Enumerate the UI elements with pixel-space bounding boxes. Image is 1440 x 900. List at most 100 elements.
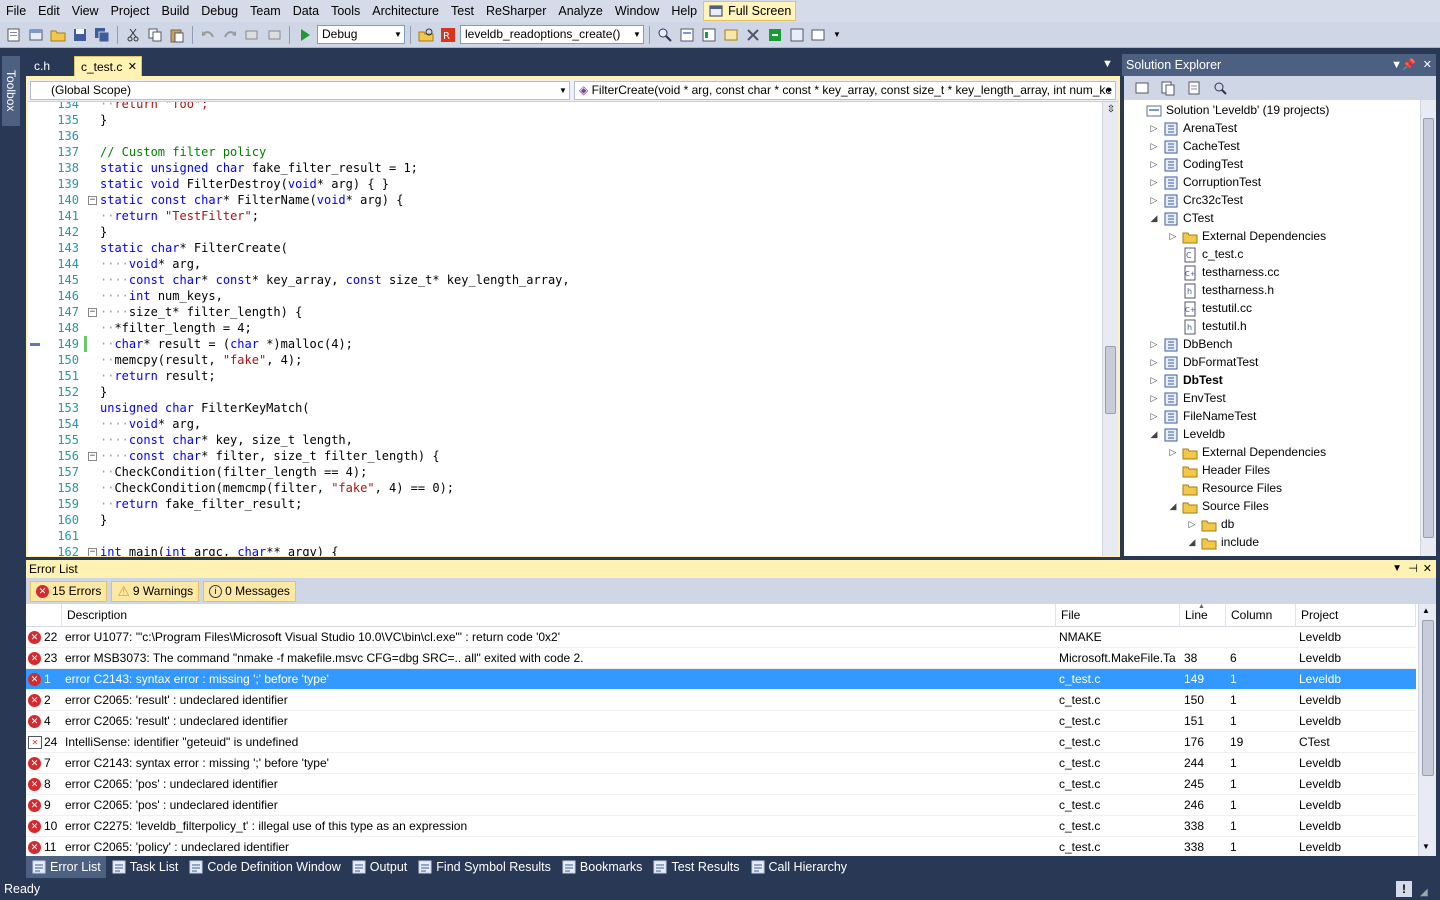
- copy-icon[interactable]: [145, 25, 165, 45]
- menu-team[interactable]: Team: [244, 0, 287, 22]
- errors-filter-button[interactable]: ✕ 15 Errors: [30, 580, 108, 602]
- tree-item[interactable]: Solution 'Leveldb' (19 projects): [1132, 101, 1329, 119]
- error-row[interactable]: ✕ 23 error MSB3073: The command "nmake -f …: [26, 648, 1416, 669]
- tree-item[interactable]: Cc_test.c: [1168, 245, 1243, 263]
- scroll-thumb[interactable]: [1423, 118, 1434, 538]
- properties-icon[interactable]: [699, 25, 719, 45]
- expand-icon[interactable]: ▷: [1149, 407, 1159, 425]
- error-row[interactable]: ✕ 4 error C2065: 'result' : undeclared ide…: [26, 711, 1416, 732]
- collapse-icon[interactable]: ◢: [1168, 497, 1178, 515]
- column-header-project[interactable]: Project: [1296, 604, 1416, 627]
- menu-test[interactable]: Test: [445, 0, 480, 22]
- menu-resharper[interactable]: ReSharper: [480, 0, 552, 22]
- tree-item[interactable]: ▷ CacheTest: [1149, 137, 1240, 155]
- tree-item[interactable]: ▷ CodingTest: [1149, 155, 1243, 173]
- solution-configuration-select[interactable]: Debug ▼: [317, 25, 405, 44]
- navigate-forward-icon[interactable]: [264, 25, 284, 45]
- tree-item[interactable]: ▷ External Dependencies: [1168, 227, 1326, 245]
- tree-vertical-scrollbar[interactable]: [1420, 100, 1436, 556]
- tree-item[interactable]: ▷ ArenaTest: [1149, 119, 1237, 137]
- class-diagram-icon[interactable]: [1210, 78, 1230, 98]
- tab-output[interactable]: Output: [346, 856, 413, 878]
- column-header-column[interactable]: Column: [1226, 604, 1296, 627]
- tree-item[interactable]: ◢ Source Files: [1168, 497, 1269, 515]
- start-page-icon[interactable]: [765, 25, 785, 45]
- expand-icon[interactable]: ▷: [1149, 335, 1159, 353]
- error-row[interactable]: ✕ 22 error U1077: '"c:\Program Files\Micro…: [26, 627, 1416, 648]
- extension-manager-icon[interactable]: [787, 25, 807, 45]
- tree-item[interactable]: ▷ DbBench: [1149, 335, 1232, 353]
- expand-icon[interactable]: ▷: [1149, 155, 1159, 173]
- toolbox-tab[interactable]: Toolbox: [2, 56, 20, 126]
- menu-debug[interactable]: Debug: [195, 0, 244, 22]
- find-in-files-icon[interactable]: [416, 25, 436, 45]
- menu-project[interactable]: Project: [105, 0, 156, 22]
- expand-icon[interactable]: ▷: [1149, 119, 1159, 137]
- collapse-icon[interactable]: −: [88, 452, 97, 461]
- expand-icon[interactable]: ▷: [1168, 227, 1178, 245]
- full-screen-button[interactable]: Full Screen: [703, 1, 797, 21]
- save-all-icon[interactable]: [92, 25, 112, 45]
- close-icon[interactable]: ✕: [1423, 54, 1432, 76]
- menu-architecture[interactable]: Architecture: [366, 0, 445, 22]
- error-row[interactable]: ✕ 8 error C2065: 'pos' : undeclared identi…: [26, 774, 1416, 795]
- menu-analyze[interactable]: Analyze: [552, 0, 608, 22]
- cut-icon[interactable]: [123, 25, 143, 45]
- menu-window[interactable]: Window: [609, 0, 665, 22]
- scroll-thumb[interactable]: [1105, 346, 1116, 414]
- menu-data[interactable]: Data: [287, 0, 325, 22]
- pin-icon[interactable]: ⊣: [1408, 560, 1418, 578]
- command-window-icon[interactable]: [809, 25, 829, 45]
- expand-icon[interactable]: ▷: [1149, 389, 1159, 407]
- tree-item[interactable]: Header Files: [1168, 461, 1270, 479]
- column-header-line[interactable]: Line ▲: [1180, 604, 1226, 627]
- column-header-file[interactable]: File: [1056, 604, 1180, 627]
- tree-item[interactable]: ▷ External Dependencies: [1168, 443, 1326, 461]
- scroll-up-icon[interactable]: ▲: [1422, 606, 1430, 615]
- pin-icon[interactable]: 📌: [1402, 54, 1416, 76]
- solution-explorer-icon[interactable]: [677, 25, 697, 45]
- collapse-icon[interactable]: ◢: [1187, 533, 1197, 551]
- tab-bookmarks[interactable]: Bookmarks: [556, 856, 648, 878]
- error-row[interactable]: ✕ 24 IntelliSense: identifier "geteuid" is…: [26, 732, 1416, 753]
- error-row[interactable]: ✕ 2 error C2065: 'result' : undeclared ide…: [26, 690, 1416, 711]
- scroll-down-icon[interactable]: ▼: [1422, 842, 1430, 851]
- tree-item[interactable]: h testutil.h: [1168, 317, 1247, 335]
- close-icon[interactable]: ✕: [1423, 560, 1432, 578]
- show-all-files-icon[interactable]: [1158, 78, 1178, 98]
- warnings-filter-button[interactable]: ⚠ 9 Warnings: [111, 580, 200, 602]
- notification-icon[interactable]: !: [1396, 881, 1412, 897]
- error-row[interactable]: ✕ 10 error C2275: 'leveldb_filterpolicy_t'…: [26, 816, 1416, 837]
- expand-icon[interactable]: ▷: [1187, 515, 1197, 533]
- collapse-icon[interactable]: −: [88, 196, 97, 205]
- chevron-down-icon[interactable]: ▼: [1391, 54, 1402, 76]
- tree-item[interactable]: ◢ include: [1187, 533, 1259, 551]
- tab-call-hierarchy[interactable]: Call Hierarchy: [745, 856, 853, 878]
- tree-item[interactable]: ▷ DbTest: [1149, 371, 1223, 389]
- tree-item[interactable]: ▷ FileNameTest: [1149, 407, 1256, 425]
- tab-test-results[interactable]: Test Results: [647, 856, 744, 878]
- expand-icon[interactable]: ▷: [1168, 443, 1178, 461]
- expand-icon[interactable]: ▷: [1149, 371, 1159, 389]
- tab-task-list[interactable]: Task List: [106, 856, 184, 878]
- redo-icon[interactable]: [220, 25, 240, 45]
- start-debugging-icon[interactable]: [295, 25, 315, 45]
- find-combo[interactable]: leveldb_readoptions_create() ▼: [460, 25, 644, 44]
- error-row[interactable]: ✕ 11 error C2065: 'policy' : undeclared id…: [26, 837, 1416, 856]
- expand-icon[interactable]: ▷: [1149, 353, 1159, 371]
- new-project-icon[interactable]: [4, 25, 24, 45]
- add-item-icon[interactable]: [26, 25, 46, 45]
- error-row[interactable]: ✕ 1 error C2143: syntax error : missing ';…: [26, 669, 1416, 690]
- code-editor[interactable]: 134 ··return "foo"; 135} 136 137// Custom fi…: [28, 102, 1118, 556]
- tree-item[interactable]: Resource Files: [1168, 479, 1282, 497]
- tab-overflow-chevron-icon[interactable]: ▼: [1102, 58, 1113, 70]
- menu-edit[interactable]: Edit: [32, 0, 66, 22]
- error-row[interactable]: ✕ 9 error C2065: 'pos' : undeclared identi…: [26, 795, 1416, 816]
- properties-icon[interactable]: [1132, 78, 1152, 98]
- tree-item[interactable]: C+ testutil.cc: [1168, 299, 1252, 317]
- scroll-thumb[interactable]: [1422, 620, 1434, 776]
- tree-item[interactable]: ▷ db: [1187, 515, 1234, 533]
- collapse-icon[interactable]: ◢: [1149, 425, 1159, 443]
- collapse-icon[interactable]: −: [88, 548, 97, 556]
- split-handle-icon[interactable]: ⇳: [1105, 104, 1117, 118]
